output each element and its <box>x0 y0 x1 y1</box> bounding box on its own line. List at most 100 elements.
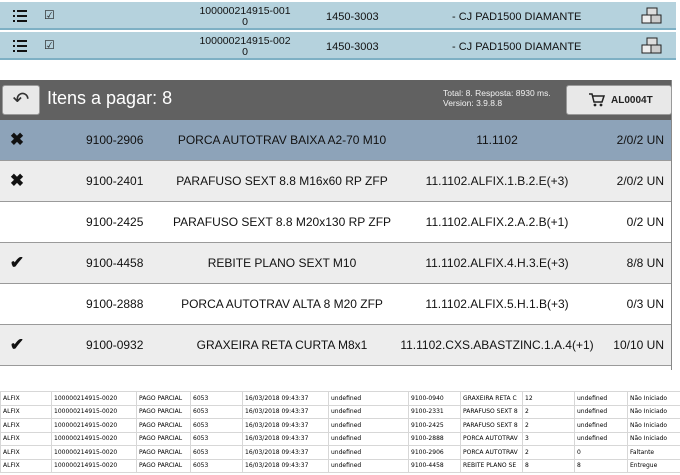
item-row[interactable]: 9100-2888 PORCA AUTOTRAV ALTA 8 M20 ZFP … <box>0 284 671 325</box>
sheet-cell[interactable]: 16/03/2018 09:43:37 <box>242 458 329 473</box>
sheet-cell[interactable]: Entregue <box>627 458 680 473</box>
page-title: Itens a pagar: 8 <box>47 88 173 108</box>
sheet-row[interactable]: ALFIX 100000214915-0020 PAGO PARCIAL 6053 16… <box>0 404 680 419</box>
sheet-cell[interactable]: 9100-2888 <box>408 431 461 446</box>
sheet-cell[interactable]: 9100-0940 <box>408 391 461 406</box>
sheet-cell[interactable]: 2 <box>522 418 575 433</box>
sheet-cell[interactable]: 16/03/2018 09:43:37 <box>242 418 329 433</box>
sheet-cell[interactable]: undefined <box>574 391 628 406</box>
sheet-cell[interactable]: 100000214915-0020 <box>51 445 137 460</box>
sheet-cell[interactable]: 6053 <box>190 391 243 406</box>
sheet-cell[interactable]: undefined <box>574 404 628 419</box>
sheet-cell[interactable]: 6053 <box>190 458 243 473</box>
item-location: 11.1102.ALFIX.5.H.1.B(+3) <box>425 297 569 311</box>
sheet-cell[interactable]: undefined <box>328 391 409 406</box>
sheet-cell[interactable]: PARAFUSO SEXT 8 <box>460 404 523 419</box>
sheet-cell[interactable]: PORCA AUTOTRAV <box>460 431 523 446</box>
sheet-cell[interactable]: 3 <box>522 431 575 446</box>
sheet-row[interactable]: ALFIX 100000214915-0020 PAGO PARCIAL 6053 16… <box>0 418 680 433</box>
sheet-cell[interactable]: PORCA AUTOTRAV <box>460 445 523 460</box>
sheet-cell[interactable]: 9100-2331 <box>408 404 461 419</box>
sheet-cell[interactable]: PAGO PARCIAL <box>136 458 191 473</box>
sheet-cell[interactable]: undefined <box>574 418 628 433</box>
sheet-cell[interactable]: 6053 <box>190 431 243 446</box>
sheet-cell[interactable]: Não Iniciado <box>627 391 680 406</box>
sheet-cell[interactable]: PAGO PARCIAL <box>136 445 191 460</box>
sheet-cell[interactable]: Não Iniciado <box>627 404 680 419</box>
sheet-cell[interactable]: 100000214915-0020 <box>51 458 137 473</box>
item-quantity: 10/10 UN <box>613 338 664 352</box>
item-row[interactable]: 9100-2425 PARAFUSO SEXT 8.8 M20x130 RP Z… <box>0 202 671 243</box>
item-row[interactable]: ✔ 9100-0932 GRAXEIRA RETA CURTA M8x1 11.… <box>0 325 671 366</box>
sheet-cell[interactable]: 2 <box>522 445 575 460</box>
sheet-cell[interactable]: 6053 <box>190 418 243 433</box>
item-location: 11.1102.CXS.ABASTZINC.1.A.4(+1) <box>400 338 594 352</box>
list-icon[interactable] <box>13 40 27 52</box>
sheet-cell[interactable]: 100000214915-0020 <box>51 418 137 433</box>
sheet-cell[interactable]: 16/03/2018 09:43:37 <box>242 404 329 419</box>
sheet-cell[interactable]: GRAXEIRA RETA C <box>460 391 523 406</box>
edit-check-icon[interactable]: ☑ <box>44 8 55 22</box>
sheet-cell[interactable]: undefined <box>328 418 409 433</box>
sheet-cell[interactable]: Faltante <box>627 445 680 460</box>
item-code: 9100-4458 <box>86 256 144 270</box>
sheet-cell[interactable]: 16/03/2018 09:43:37 <box>242 445 329 460</box>
sheet-cell[interactable]: ALFIX <box>0 445 52 460</box>
sheet-cell[interactable]: 9100-2906 <box>408 445 461 460</box>
sheet-cell[interactable]: PARAFUSO SEXT 8 <box>460 418 523 433</box>
boxes-icon[interactable] <box>640 37 662 55</box>
sheet-cell[interactable]: undefined <box>328 445 409 460</box>
sheet-cell[interactable]: 2 <box>522 404 575 419</box>
sheet-cell[interactable]: ALFIX <box>0 404 52 419</box>
sheet-cell[interactable]: 8 <box>574 458 628 473</box>
item-description: PORCA AUTOTRAV BAIXA A2-70 M10 <box>177 133 387 147</box>
sheet-cell[interactable]: PAGO PARCIAL <box>136 404 191 419</box>
back-button[interactable]: ↶ <box>2 85 40 115</box>
order-row[interactable]: ☑ 100000214915-001 0 1450-3003 - CJ PAD15… <box>0 2 676 30</box>
item-row[interactable]: ✖ 9100-2906 PORCA AUTOTRAV BAIXA A2-70 M… <box>0 120 671 161</box>
item-row[interactable]: ✖ 9100-2401 PARAFUSO SEXT 8.8 M16x60 RP … <box>0 161 671 202</box>
item-row[interactable]: ✔ 9100-4458 REBITE PLANO SEXT M10 11.110… <box>0 243 671 284</box>
sheet-cell[interactable]: 9100-2425 <box>408 418 461 433</box>
sheet-cell[interactable]: 12 <box>522 391 575 406</box>
sheet-cell[interactable]: 100000214915-0020 <box>51 431 137 446</box>
sheet-cell[interactable]: Não Iniciado <box>627 418 680 433</box>
sheet-cell[interactable]: 9100-4458 <box>408 458 461 473</box>
sheet-cell[interactable]: ALFIX <box>0 418 52 433</box>
sheet-cell[interactable]: PAGO PARCIAL <box>136 391 191 406</box>
sheet-cell[interactable]: ALFIX <box>0 431 52 446</box>
item-description: GRAXEIRA RETA CURTA M8x1 <box>196 338 368 352</box>
sheet-cell[interactable]: undefined <box>328 431 409 446</box>
sheet-cell[interactable]: 16/03/2018 09:43:37 <box>242 431 329 446</box>
edit-check-icon[interactable]: ☑ <box>44 38 55 52</box>
sheet-cell[interactable]: 6053 <box>190 445 243 460</box>
sheet-cell[interactable]: 100000214915-0020 <box>51 391 137 406</box>
sheet-cell[interactable]: PAGO PARCIAL <box>136 431 191 446</box>
sheet-cell[interactable]: undefined <box>328 458 409 473</box>
sheet-row[interactable]: ALFIX 100000214915-0020 PAGO PARCIAL 6053 16… <box>0 391 680 406</box>
order-code: 1450-3003 <box>326 41 379 53</box>
item-code: 9100-0932 <box>86 338 144 352</box>
order-row[interactable]: ☑ 100000214915-002 0 1450-3003 - CJ PAD15… <box>0 32 676 60</box>
sheet-row[interactable]: ALFIX 100000214915-0020 PAGO PARCIAL 6053 16… <box>0 458 680 473</box>
cart-button[interactable]: AL0004T <box>566 85 672 115</box>
sheet-cell[interactable]: 100000214915-0020 <box>51 404 137 419</box>
sheet-cell[interactable]: ALFIX <box>0 391 52 406</box>
sheet-cell[interactable]: PAGO PARCIAL <box>136 418 191 433</box>
sheet-cell[interactable]: 0 <box>574 445 628 460</box>
sheet-cell[interactable]: 16/03/2018 09:43:37 <box>242 391 329 406</box>
sheet-row[interactable]: ALFIX 100000214915-0020 PAGO PARCIAL 6053 16… <box>0 431 680 446</box>
sheet-cell[interactable]: undefined <box>574 431 628 446</box>
sheet-cell[interactable]: 8 <box>522 458 575 473</box>
sheet-cell[interactable]: ALFIX <box>0 458 52 473</box>
item-quantity: 0/2 UN <box>626 215 664 229</box>
status-empty <box>8 295 26 313</box>
list-icon[interactable] <box>13 10 27 22</box>
sheet-cell[interactable]: REBITE PLANO SE <box>460 458 523 473</box>
sheet-cell[interactable]: undefined <box>328 404 409 419</box>
boxes-icon[interactable] <box>640 7 662 25</box>
sheet-cell[interactable]: Não Iniciado <box>627 431 680 446</box>
sheet-row[interactable]: ALFIX 100000214915-0020 PAGO PARCIAL 6053 16… <box>0 445 680 460</box>
screen: ☑ 100000214915-001 0 1450-3003 - CJ PAD15… <box>0 0 680 475</box>
sheet-cell[interactable]: 6053 <box>190 404 243 419</box>
